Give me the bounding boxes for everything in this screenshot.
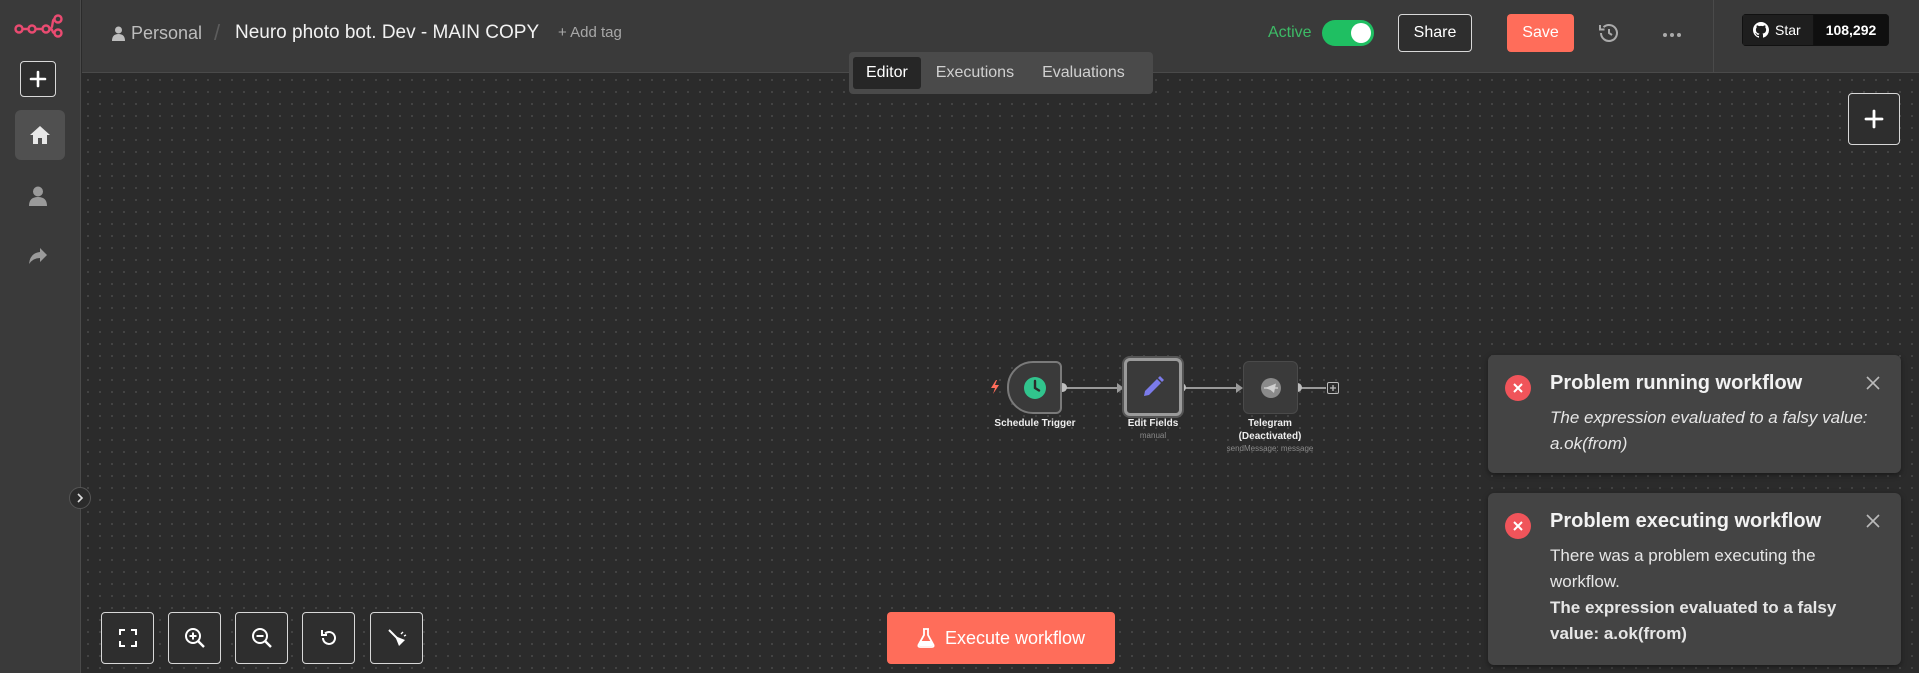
github-star-label: Star <box>1775 22 1801 38</box>
close-toast-button[interactable] <box>1864 375 1882 393</box>
close-toast-button[interactable] <box>1864 513 1882 531</box>
add-node-button[interactable] <box>1848 93 1900 145</box>
zoom-in-button[interactable] <box>168 612 221 664</box>
node-telegram[interactable] <box>1243 361 1298 414</box>
zoom-out-button[interactable] <box>235 612 288 664</box>
tab-evaluations[interactable]: Evaluations <box>1029 57 1138 89</box>
breadcrumb-project[interactable]: Personal <box>112 23 202 44</box>
sidebar <box>0 0 81 673</box>
breadcrumb-project-label: Personal <box>131 23 203 43</box>
fit-view-icon <box>118 629 137 647</box>
node-schedule-trigger[interactable] <box>1007 361 1062 414</box>
node-label-telegram-status: (Deactivated) <box>1238 431 1302 442</box>
tidy-up-icon <box>387 629 406 646</box>
tidy-up-button[interactable] <box>370 612 423 664</box>
node-label-schedule-trigger: Schedule Trigger <box>994 418 1076 429</box>
add-next-node-button[interactable] <box>1327 382 1339 394</box>
plus-icon <box>1864 109 1884 129</box>
toast-message-text: There was a problem executing the workfl… <box>1550 546 1816 591</box>
pencil-icon <box>1144 376 1164 396</box>
github-star-button[interactable]: Star <box>1742 14 1814 46</box>
error-toast: Problem executing workflow There was a p… <box>1488 493 1901 665</box>
reset-zoom-icon <box>320 630 336 645</box>
flask-icon <box>917 628 935 648</box>
breadcrumb-separator: / <box>214 20 221 45</box>
github-icon <box>1753 22 1769 38</box>
execute-workflow-button[interactable]: Execute workflow <box>887 612 1115 664</box>
node-edit-fields[interactable] <box>1124 358 1182 416</box>
ellipsis-icon <box>1663 33 1681 37</box>
chevron-right-icon <box>77 493 84 503</box>
expand-sidebar-button[interactable] <box>69 487 91 509</box>
share-icon <box>29 248 47 264</box>
workflow-name[interactable]: Neuro photo bot. Dev - MAIN COPY <box>235 22 539 44</box>
close-icon <box>1866 376 1880 390</box>
error-icon <box>1505 513 1531 539</box>
save-button[interactable]: Save <box>1507 14 1574 52</box>
plus-icon <box>1330 385 1336 391</box>
zoom-out-icon <box>251 628 272 648</box>
node-label-telegram: Telegram (Deactivated) <box>1215 417 1325 443</box>
sidebar-item-personal[interactable] <box>20 178 56 214</box>
tab-editor[interactable]: Editor <box>853 57 921 89</box>
history-icon <box>1599 24 1618 42</box>
error-toast: Problem running workflow The expression … <box>1488 355 1901 473</box>
add-tag-button[interactable]: + Add tag <box>558 24 622 41</box>
toast-message: There was a problem executing the workfl… <box>1550 543 1870 647</box>
execute-workflow-label: Execute workflow <box>944 627 1086 648</box>
view-tabs: Editor Executions Evaluations <box>849 52 1153 94</box>
clock-icon <box>1023 376 1046 399</box>
github-star-count[interactable]: 108,292 <box>1813 14 1890 46</box>
more-options-button[interactable] <box>1660 21 1684 45</box>
zoom-in-icon <box>184 628 205 648</box>
sidebar-item-shared[interactable] <box>20 238 56 274</box>
github-star-widget[interactable]: Star 108,292 <box>1742 14 1890 46</box>
connection-line <box>1064 387 1122 389</box>
reset-zoom-button[interactable] <box>302 612 355 664</box>
user-icon <box>112 26 125 41</box>
toast-title: Problem running workflow <box>1550 372 1803 394</box>
plus-icon <box>29 70 47 88</box>
tab-executions[interactable]: Executions <box>923 57 1027 89</box>
toast-message-detail: The expression evaluated to a falsy valu… <box>1550 598 1837 643</box>
node-subtitle-edit-fields: manual <box>1139 431 1167 440</box>
connection-line <box>1184 387 1241 389</box>
close-icon <box>1866 514 1880 528</box>
sidebar-item-overview[interactable] <box>15 110 65 160</box>
active-label: Active <box>1268 24 1312 41</box>
fit-view-button[interactable] <box>101 612 154 664</box>
history-button[interactable] <box>1597 21 1621 45</box>
error-icon <box>1505 375 1531 401</box>
user-icon <box>29 186 47 206</box>
toast-message: The expression evaluated to a falsy valu… <box>1550 408 1868 453</box>
header-divider <box>1713 0 1714 73</box>
n8n-logo-icon[interactable] <box>14 12 64 38</box>
telegram-icon <box>1260 377 1281 398</box>
home-icon <box>30 126 50 144</box>
node-subtitle-telegram: sendMessage: message <box>1226 444 1314 453</box>
share-button[interactable]: Share <box>1398 14 1472 52</box>
node-label-telegram-name: Telegram <box>1248 418 1292 429</box>
trigger-bolt-icon <box>991 380 999 394</box>
active-toggle[interactable] <box>1322 20 1374 46</box>
node-label-edit-fields: Edit Fields <box>1127 418 1179 429</box>
add-button[interactable] <box>20 61 56 97</box>
toast-title: Problem executing workflow <box>1550 510 1822 532</box>
connection-line <box>1300 387 1326 389</box>
